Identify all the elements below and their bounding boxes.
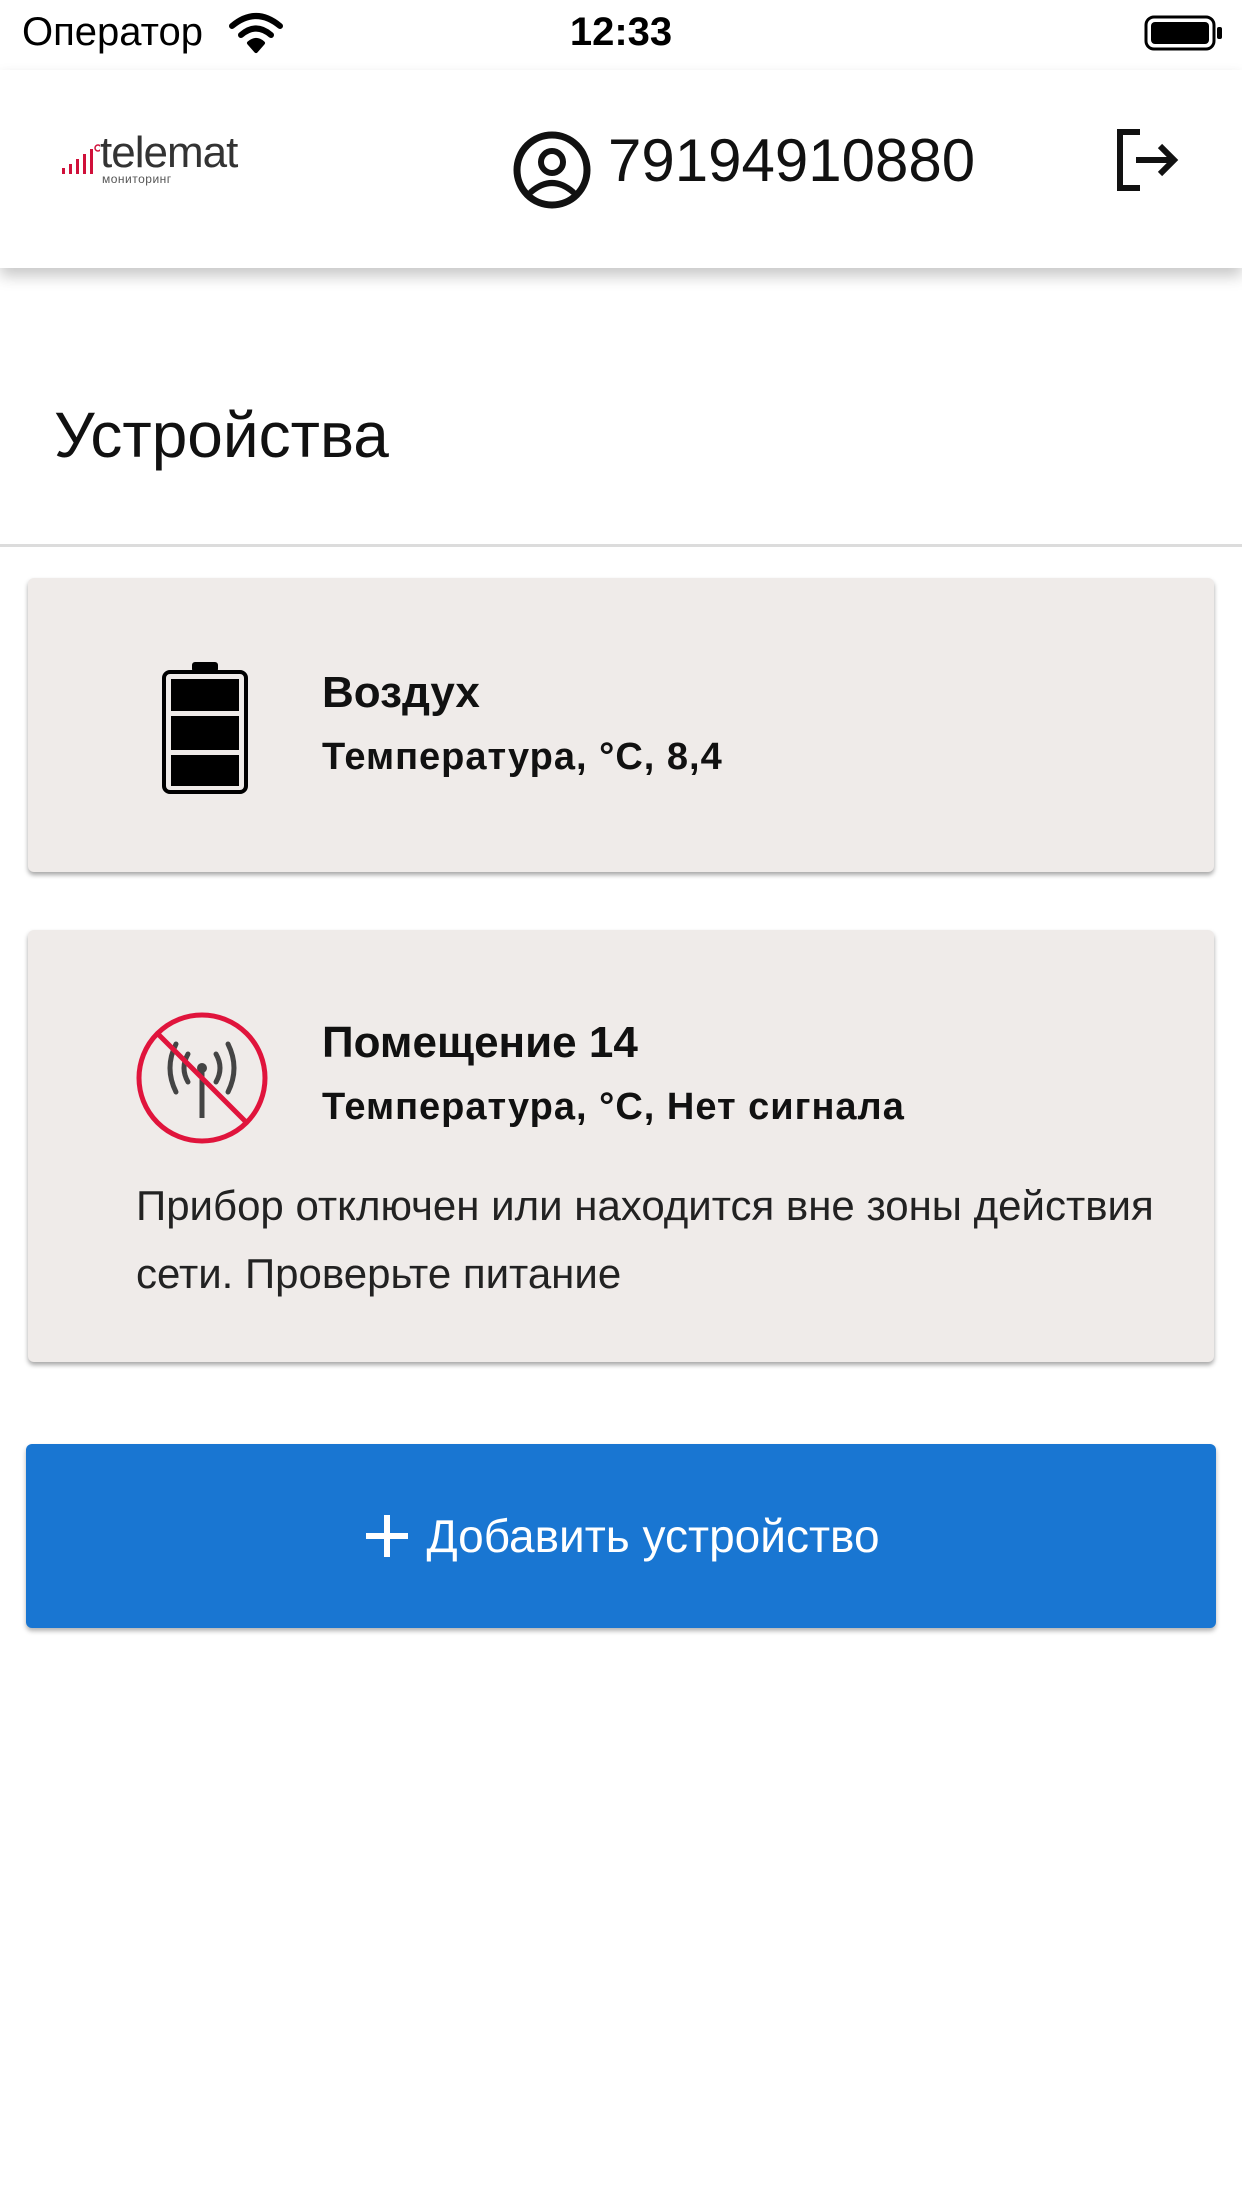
device-reading: Температура, °С, Нет сигнала [322, 1086, 905, 1128]
telemat-logo[interactable]: telemat мониторинг [60, 128, 260, 186]
device-name: Воздух [322, 668, 480, 717]
device-name: Помещение 14 [322, 1018, 638, 1067]
add-device-button[interactable]: Добавить устройство [26, 1444, 1216, 1628]
logout-icon[interactable] [1108, 122, 1184, 198]
battery-full-icon [162, 662, 248, 794]
page-title: Устройства [54, 399, 389, 471]
app-header: telemat мониторинг 79194910880 [0, 70, 1242, 268]
plus-icon [366, 1515, 409, 1557]
battery-status-icon [1144, 15, 1222, 51]
device-card-vozduh[interactable]: Воздух Температура, °С, 8,4 [28, 578, 1214, 872]
signal-bars-logo-icon [62, 144, 100, 174]
account-circle-icon[interactable] [512, 130, 592, 210]
app-screen: Оператор 12:33 telemat мониторинг 791949… [0, 0, 1242, 2208]
title-divider [0, 544, 1242, 547]
logo-subtext: мониторинг [102, 172, 172, 186]
add-device-label: Добавить устройство [426, 1510, 880, 1562]
status-time: 12:33 [569, 10, 673, 54]
status-bar: Оператор 12:33 [0, 0, 1242, 70]
device-card-pomeshchenie-14[interactable]: Помещение 14 Температура, °С, Нет сигнал… [28, 930, 1214, 1362]
device-reading: Температура, °С, 8,4 [322, 736, 723, 778]
user-phone-number[interactable]: 79194910880 [608, 126, 975, 195]
device-status-message: Прибор отключен или находится вне зоны д… [136, 1182, 1154, 1297]
logo-wordmark: telemat [100, 128, 238, 177]
no-signal-icon [136, 1012, 268, 1144]
